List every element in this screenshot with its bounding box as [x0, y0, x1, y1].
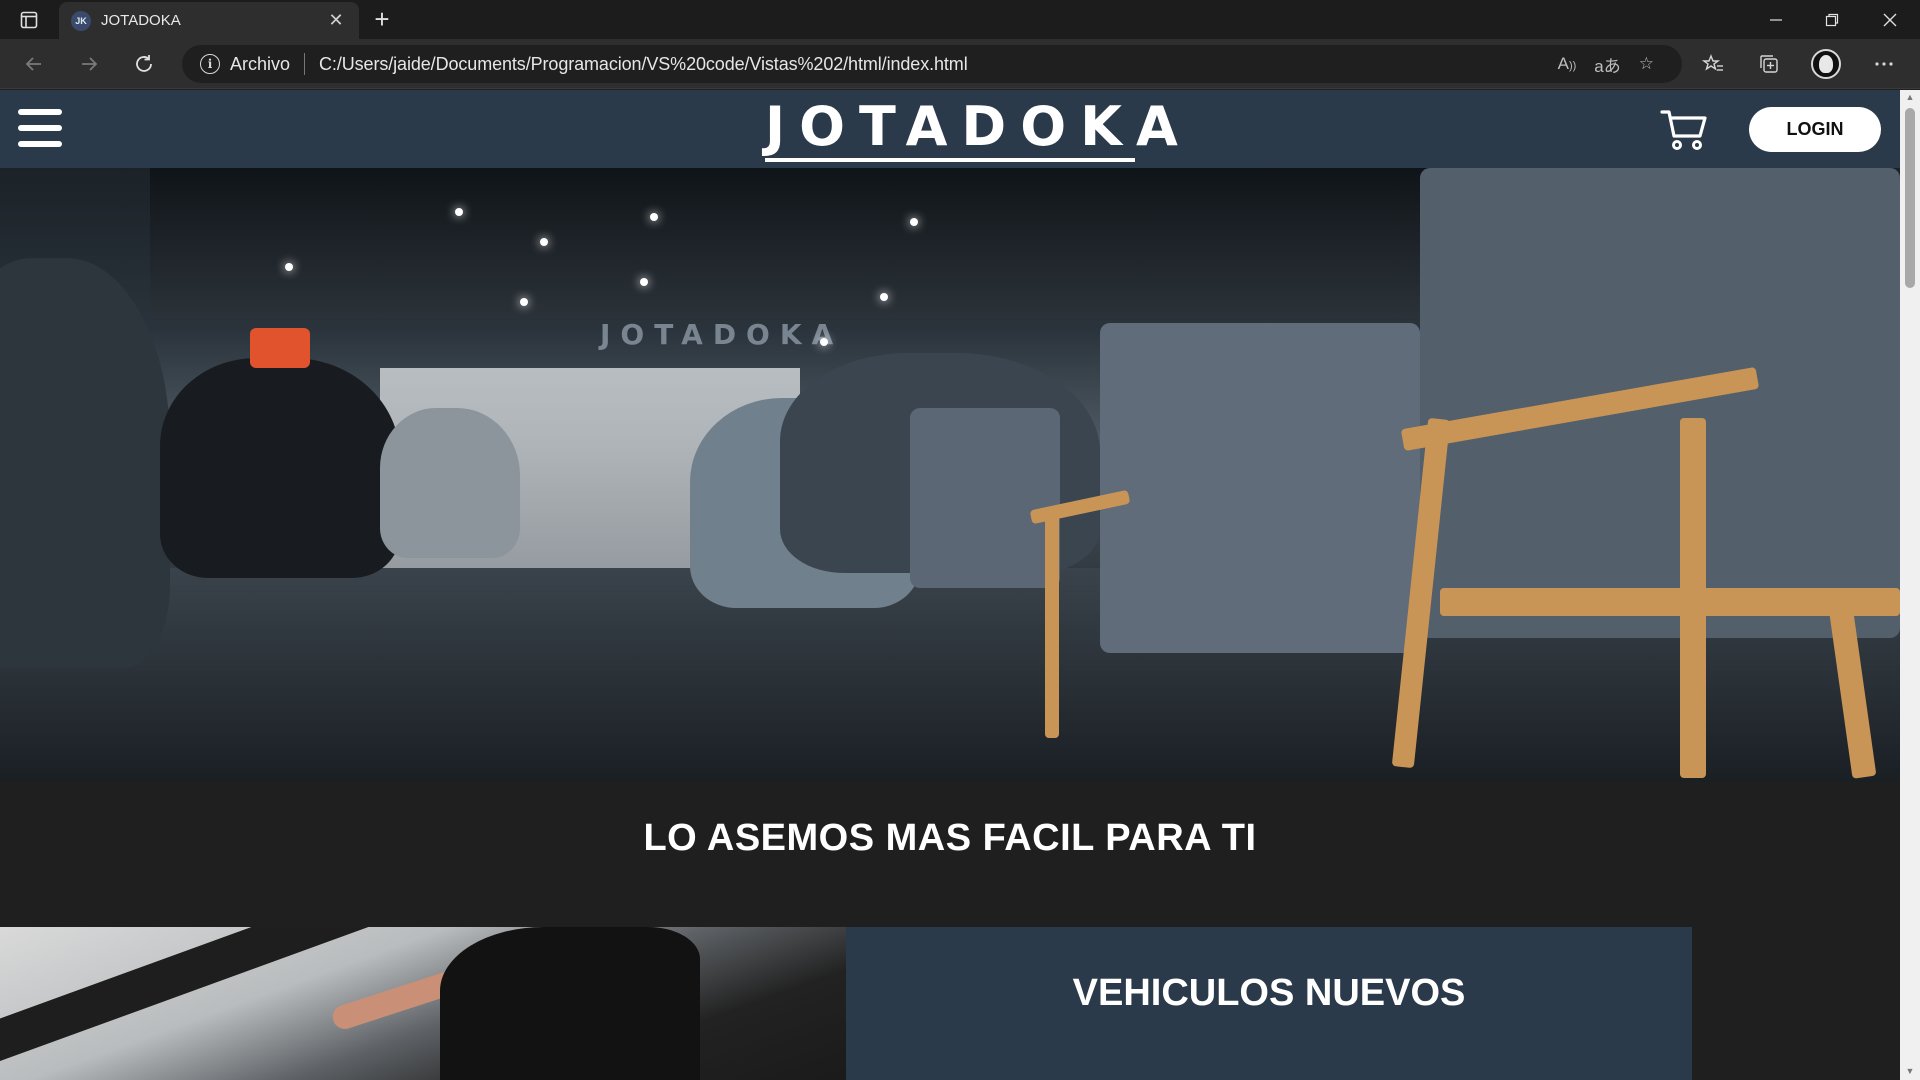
favorites-icon[interactable]	[1695, 47, 1731, 81]
scroll-up-icon[interactable]: ▲	[1904, 92, 1916, 102]
browser-tabbar: JK JOTADOKA ✕ +	[0, 0, 1920, 39]
scroll-down-icon[interactable]: ▼	[1904, 1066, 1916, 1076]
new-vehicles-heading: VEHICULOS NUEVOS	[1072, 972, 1466, 1014]
protocol-label: Archivo	[230, 53, 291, 74]
brand-logo[interactable]: JOTADOKA	[765, 98, 1178, 156]
tab-close-icon[interactable]: ✕	[325, 10, 347, 32]
browser-tab[interactable]: JK JOTADOKA ✕	[59, 2, 359, 39]
address-separator	[304, 53, 306, 75]
new-tab-button[interactable]: +	[368, 6, 396, 34]
page-scrollbar[interactable]: ▲ ▼	[1900, 90, 1920, 1080]
collections-icon[interactable]	[1751, 47, 1787, 81]
slogan-section: LO ASEMOS MAS FACIL PARA TI	[0, 782, 1900, 917]
new-vehicles-panel[interactable]: VEHICULOS NUEVOS	[846, 927, 1692, 1080]
favicon-icon: JK	[71, 10, 91, 31]
site-info-icon[interactable]: i	[200, 54, 220, 74]
site-header: JOTADOKA LOGIN	[0, 90, 1900, 168]
url-text[interactable]: C:/Users/jaide/Documents/Programacion/VS…	[319, 54, 968, 75]
slogan-heading: LO ASEMOS MAS FACIL PARA TI	[643, 817, 1257, 859]
browser-toolbar: i Archivo C:/Users/jaide/Documents/Progr…	[0, 39, 1920, 89]
restore-icon[interactable]	[1804, 0, 1860, 39]
add-favorite-icon[interactable]: ☆	[1639, 54, 1654, 74]
address-actions: A)) aあ ☆	[1558, 45, 1654, 83]
minimize-icon[interactable]	[1748, 0, 1804, 39]
page-viewport: JOTADOKA LOGIN JOTADOKA LO ASEMOS MAS FA…	[0, 90, 1900, 1080]
login-button[interactable]: LOGIN	[1749, 107, 1881, 152]
close-window-icon[interactable]	[1862, 0, 1918, 39]
new-vehicles-image	[0, 927, 846, 1080]
tab-actions-icon[interactable]	[14, 8, 44, 32]
back-icon[interactable]	[17, 48, 51, 80]
scroll-thumb[interactable]	[1905, 108, 1915, 288]
forward-icon[interactable]	[72, 48, 106, 80]
read-aloud-icon[interactable]: A))	[1558, 54, 1577, 74]
address-bar[interactable]: i Archivo C:/Users/jaide/Documents/Progr…	[182, 45, 1682, 83]
profile-avatar[interactable]	[1808, 47, 1844, 81]
hero-image: JOTADOKA	[0, 168, 1900, 782]
translate-icon[interactable]: aあ	[1594, 52, 1620, 77]
cart-icon[interactable]	[1660, 108, 1708, 152]
showroom-sign: JOTADOKA	[600, 318, 844, 351]
tab-title: JOTADOKA	[101, 12, 181, 29]
hamburger-menu-icon[interactable]	[18, 106, 62, 150]
more-options-icon[interactable]	[1866, 47, 1902, 81]
brand-underline	[765, 158, 1135, 162]
refresh-icon[interactable]	[127, 48, 161, 80]
